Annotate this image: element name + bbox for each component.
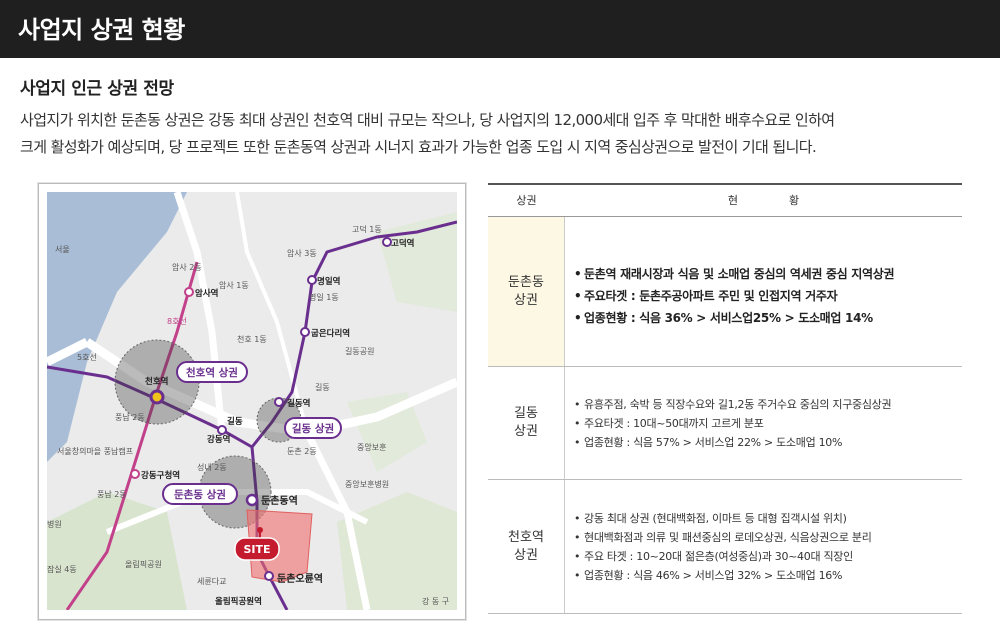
- line-label: 8호선: [167, 317, 187, 326]
- place-label: 세륜다교: [197, 577, 226, 586]
- table-row-gildong: 길동 상권 • 유흥주점, 숙박 등 직장수요와 길1,2동 주거수요 중심의 지구…: [488, 367, 962, 480]
- cheonho-area-label: 천호역 상권: [186, 366, 238, 379]
- place-label: 암사 3동: [287, 248, 317, 258]
- place-label: 풍납 2동: [97, 490, 127, 499]
- site-label: SITE: [243, 543, 270, 556]
- status-list: • 강동 최대 상권 (현대백화점, 이마트 등 대형 집객시설 위치) • 현대백…: [574, 509, 872, 585]
- gildong-area-label: 길동 상권: [292, 422, 334, 435]
- station-label: 암사역: [195, 288, 218, 299]
- intro-line: 사업지가 위치한 둔촌동 상권은 강동 최대 상권인 천호역 대비 규모는 작으…: [20, 111, 835, 129]
- station-label: 길동: [227, 416, 243, 427]
- list-item: • 업종현황 : 식음 36% > 서비스업25% > 도소매업 14%: [574, 311, 873, 325]
- list-item: • 현대백화점과 의류 및 패션중심의 로데오상권, 식음상권으로 분리: [574, 531, 872, 544]
- commercial-status-table: 상권 현 황 둔촌동 상권 • 둔촌역 재래시장과 식음 및 소매업 중심의 역세권…: [488, 183, 962, 614]
- intro-line: 크게 활성화가 예상되며, 당 프로젝트 또한 둔촌동역 상권과 시너지 효과가…: [20, 138, 817, 156]
- cheonho-callout: 천호역 상권: [176, 361, 248, 383]
- place-label: 암사 2동: [172, 262, 202, 272]
- place-label: 잠실 4동: [47, 564, 77, 574]
- line-label: 5호선: [77, 353, 97, 362]
- place-label: 강 동 구: [422, 596, 449, 606]
- station-label: 명일역: [317, 276, 340, 287]
- table-header: 상권 현 황: [488, 183, 962, 217]
- place-label: 서울창의마을 풍납캠프: [57, 446, 133, 456]
- place-label: 암사 1동: [219, 280, 249, 290]
- place-label: 중앙보훈병원: [345, 479, 389, 489]
- list-item: • 업종현황 : 식음 46% > 서비스업 32% > 도소매업 16%: [574, 569, 843, 582]
- place-label: 고덕 1동: [352, 224, 382, 234]
- header-area: 상권: [516, 194, 537, 207]
- list-item: • 업종현황 : 식음 57% > 서비스업 22% > 도소매업 10%: [574, 436, 843, 449]
- map-frame: 서울 암사 3동 암사 2동 암사 1동 명일 1동 고덕 1동 천호 1동 성…: [38, 183, 466, 620]
- table-row-cheonho: 천호역 상권 • 강동 최대 상권 (현대백화점, 이마트 등 대형 집객시설 위치…: [488, 480, 962, 614]
- commercial-area-map: 서울 암사 3동 암사 2동 암사 1동 명일 1동 고덕 1동 천호 1동 성…: [47, 192, 457, 610]
- row-label: 천호역 상권: [488, 480, 565, 613]
- place-label: 중앙보훈: [357, 442, 386, 452]
- station-label: 길동역: [287, 398, 310, 409]
- list-item: • 유흥주점, 숙박 등 직장수요와 길1,2동 주거수요 중심의 지구중심상권: [574, 398, 892, 411]
- station-label: 둔촌동역: [261, 494, 298, 507]
- header-status: 현 황: [727, 194, 820, 207]
- cheonho-station-icon: [149, 389, 165, 405]
- station-label: 둔촌오륜역: [277, 572, 323, 585]
- list-item: • 둔촌역 재래시장과 식음 및 소매업 중심의 역세권 중심 지역상권: [574, 267, 895, 281]
- dunchon-area-label: 둔촌동 상권: [174, 488, 226, 501]
- section-title: 사업지 인근 상권 전망: [20, 79, 174, 99]
- row-label: 길동 상권: [488, 367, 565, 479]
- page-header: 사업지 상권 현황: [0, 0, 1000, 58]
- page-title: 사업지 상권 현황: [18, 16, 185, 44]
- station-label: 올림픽공원역: [215, 596, 262, 607]
- dunchon-callout: 둔촌동 상권: [162, 483, 238, 505]
- place-label: 서울: [55, 245, 70, 254]
- place-label: 길동공원: [345, 347, 374, 356]
- list-item: • 강동 최대 상권 (현대백화점, 이마트 등 대형 집객시설 위치): [574, 512, 847, 525]
- place-label: 천호 1동: [237, 334, 267, 344]
- intro-paragraph: 사업지가 위치한 둔촌동 상권은 강동 최대 상권인 천호역 대비 규모는 작으…: [20, 107, 980, 161]
- status-list: • 둔촌역 재래시장과 식음 및 소매업 중심의 역세권 중심 지역상권 • 주요타…: [574, 263, 895, 329]
- status-list: • 유흥주점, 숙박 등 직장수요와 길1,2동 주거수요 중심의 지구중심상권 …: [574, 395, 892, 452]
- place-label: 풍납 2동: [115, 413, 145, 422]
- table-row-dunchon: 둔촌동 상권 • 둔촌역 재래시장과 식음 및 소매업 중심의 역세권 중심 지역상…: [488, 217, 962, 367]
- place-label: 올림픽공원: [125, 559, 162, 569]
- list-item: • 주요타겟 : 둔촌주공아파트 주민 및 인접지역 거주자: [574, 289, 838, 303]
- list-item: • 주요타겟 : 10대~50대까지 고르게 분포: [574, 417, 764, 430]
- station-label: 강동구청역: [141, 470, 180, 481]
- place-label: 병원: [47, 520, 62, 529]
- station-label: 천호역: [145, 376, 168, 387]
- station-label: 고덕역: [391, 238, 414, 249]
- place-label: 길동: [315, 383, 330, 392]
- row-label: 둔촌동 상권: [488, 217, 565, 366]
- gildong-callout: 길동 상권: [284, 417, 342, 439]
- place-label: 성내 2동: [197, 463, 227, 472]
- place-label: 둔촌 2동: [287, 447, 317, 456]
- place-label: 명일 1동: [309, 292, 339, 302]
- station-label: 강동역: [207, 434, 230, 445]
- list-item: • 주요 타겟 : 10~20대 젊은층(여성중심)과 30~40대 직장인: [574, 550, 853, 563]
- station-label: 굽은다리역: [311, 328, 350, 339]
